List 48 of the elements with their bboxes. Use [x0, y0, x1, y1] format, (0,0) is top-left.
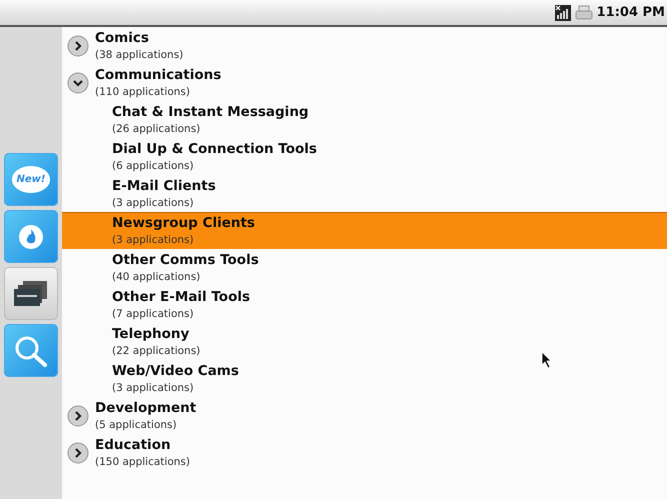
folders-button[interactable]	[4, 267, 58, 320]
subcategory-title: Other Comms Tools	[112, 250, 259, 268]
category-item[interactable]: Communications (110 applications)	[62, 64, 667, 101]
signal-icon	[554, 4, 571, 20]
subcategory-title: Chat & Instant Messaging	[112, 102, 309, 120]
subcategory-title: Telephony	[112, 324, 190, 342]
app-count: (150 applications)	[95, 454, 190, 470]
subcategory-item[interactable]: Telephony (22 applications)	[62, 323, 667, 360]
mouse-pointer-icon	[541, 351, 553, 369]
app-count: (6 applications)	[112, 158, 195, 174]
category-title: Development	[95, 398, 196, 416]
app-count: (5 applications)	[95, 418, 178, 432]
category-title: Education	[95, 436, 172, 454]
subcategory-item[interactable]: Dial Up & Connection Tools (6 applications)	[62, 138, 667, 175]
category-item[interactable]: Development (5 applications)	[62, 397, 667, 434]
app-count: (3 applications)	[112, 233, 195, 248]
printer-icon	[574, 4, 593, 20]
flame-icon	[17, 222, 45, 250]
expand-icon[interactable]	[67, 442, 89, 464]
folders-icon	[13, 280, 49, 308]
app-count: (110 applications)	[95, 84, 191, 100]
app-count: (40 applications)	[112, 270, 202, 284]
subcategory-title: Other E-Mail Tools	[112, 288, 250, 306]
expand-icon[interactable]	[67, 34, 89, 56]
subcategory-title: Web/Video Cams	[112, 362, 239, 380]
subcategory-title: Newsgroup Clients	[112, 214, 255, 232]
subcategory-item[interactable]: Other E-Mail Tools (7 applications)	[62, 286, 667, 323]
subcategory-item[interactable]: Web/Video Cams (3 applications)	[62, 360, 667, 397]
category-item[interactable]: Education (150 applications)	[62, 434, 667, 471]
app-count: (22 applications)	[112, 344, 200, 358]
expand-icon[interactable]	[67, 404, 89, 426]
app-count: (3 applications)	[112, 196, 195, 210]
app-count: (7 applications)	[112, 306, 195, 322]
subcategory-title: E-Mail Clients	[112, 176, 216, 194]
search-icon	[13, 334, 49, 368]
app-count: (26 applications)	[112, 122, 202, 136]
subcategory-title: Dial Up & Connection Tools	[112, 140, 317, 158]
category-title: Comics	[95, 28, 150, 46]
subcategory-item[interactable]: Newsgroup Clients (3 applications)	[62, 212, 667, 249]
category-item[interactable]: Comics (38 applications)	[62, 27, 667, 64]
clock-time: 11:04 PM	[596, 5, 665, 20]
collapse-icon[interactable]	[67, 72, 89, 94]
subcategory-item[interactable]: E-Mail Clients (3 applications)	[62, 175, 667, 212]
subcategory-item[interactable]: Chat & Instant Messaging (26 applications)	[62, 101, 667, 138]
category-title: Communications	[95, 66, 222, 84]
app-count: (3 applications)	[112, 380, 195, 396]
app-count: (38 applications)	[95, 48, 184, 62]
subcategory-item[interactable]: Other Comms Tools (40 applications)	[62, 249, 667, 286]
